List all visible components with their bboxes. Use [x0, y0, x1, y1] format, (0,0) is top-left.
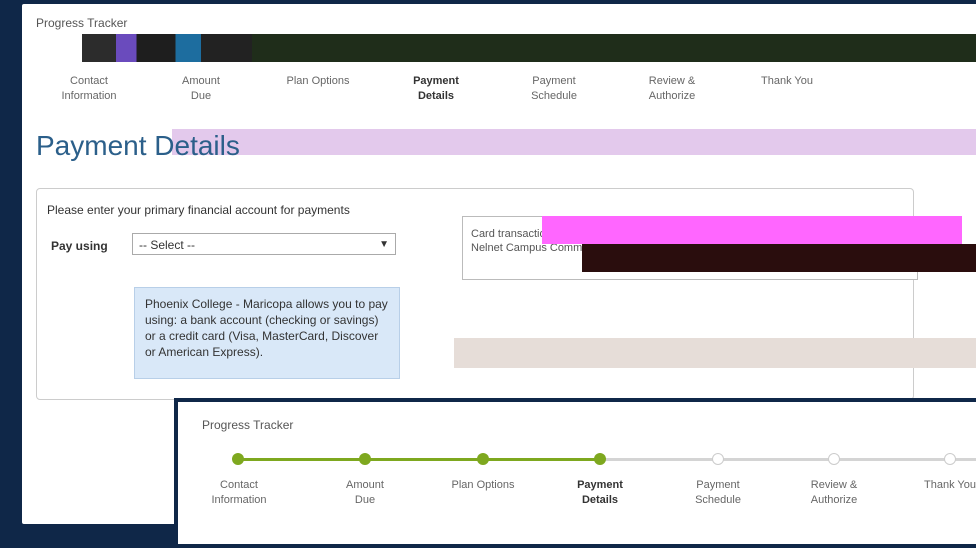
step-label-line2: Schedule	[695, 494, 741, 506]
overlay-step-payment-schedule: Payment Schedule	[673, 478, 763, 508]
payment-methods-info: Phoenix College - Maricopa allows you to…	[134, 287, 400, 379]
tracker-step-payment-details: Payment Details	[391, 74, 481, 104]
step-dot-amount	[359, 453, 371, 465]
tracker-step-amount: Amount Due	[156, 74, 246, 104]
progress-tracker-overlay: Progress Tracker Contact Information Amou…	[174, 398, 976, 548]
overlay-step-payment-details: Payment Details	[555, 478, 645, 508]
tracker-step-payment-schedule: Payment Schedule	[509, 74, 599, 104]
select-value: -- Select --	[139, 238, 196, 252]
step-label-line1: Payment	[413, 75, 459, 87]
tracker-line-done	[238, 458, 600, 461]
step-label-line1: Contact	[220, 479, 258, 491]
glitch-band-dark	[582, 244, 976, 272]
step-label-line1: Thank You	[924, 479, 976, 491]
glitch-band-grey	[454, 338, 976, 368]
step-label-line1: Review &	[648, 75, 696, 87]
step-label-line2: Due	[190, 90, 212, 102]
form-instructions: Please enter your primary financial acco…	[47, 203, 350, 217]
overlay-tracker-title: Progress Tracker	[202, 418, 294, 432]
overlay-step-contact: Contact Information	[194, 478, 284, 508]
step-label-line2: Details	[581, 494, 619, 506]
info-text: Phoenix College - Maricopa allows you to…	[145, 297, 388, 359]
overlay-step-amount: Amount Due	[320, 478, 410, 508]
step-label-line2: Information	[211, 494, 267, 506]
step-label-line2: Details	[417, 90, 455, 102]
pay-using-select[interactable]: -- Select -- ▼	[132, 233, 396, 255]
step-dot-contact	[232, 453, 244, 465]
tracker-bar-glitch	[82, 34, 252, 62]
step-label-line1: Amount	[346, 479, 384, 491]
heading-band	[172, 129, 976, 155]
page-title: Payment Details	[36, 130, 240, 161]
step-label-line2: Information	[61, 90, 117, 102]
step-dot-payment-schedule	[712, 453, 724, 465]
step-label-line1: Plan Options	[286, 75, 350, 87]
step-dot-thank-you	[944, 453, 956, 465]
overlay-step-review: Review & Authorize	[789, 478, 879, 508]
step-label-line1: Payment	[532, 75, 576, 87]
step-label-line1: Payment	[696, 479, 740, 491]
tracker-line-todo	[600, 458, 976, 461]
step-label-line2: Due	[354, 494, 376, 506]
step-label-line2: Schedule	[531, 90, 577, 102]
step-label-line1: Contact	[70, 75, 108, 87]
overlay-step-thank-you: Thank You	[905, 478, 976, 493]
tracker-step-contact: Contact Information	[44, 74, 134, 104]
overlay-step-plan: Plan Options	[438, 478, 528, 493]
tracker-title: Progress Tracker	[36, 16, 128, 30]
pay-using-label: Pay using	[51, 239, 108, 253]
step-label-line1: Review &	[810, 479, 858, 491]
step-label-line1: Plan Options	[451, 479, 515, 491]
step-label-line1: Thank You	[761, 75, 813, 87]
tracker-step-review: Review & Authorize	[627, 74, 717, 104]
tracker-bar	[252, 34, 976, 62]
step-dot-review	[828, 453, 840, 465]
step-dot-payment-details	[594, 453, 606, 465]
step-label-line2: Authorize	[810, 494, 858, 506]
tracker-step-thank-you: Thank You	[742, 74, 832, 89]
chevron-down-icon: ▼	[379, 239, 389, 250]
step-dot-plan	[477, 453, 489, 465]
tracker-step-plan: Plan Options	[273, 74, 363, 89]
step-label-line2: Authorize	[648, 90, 696, 102]
step-label-line1: Amount	[182, 75, 220, 87]
glitch-band-magenta	[542, 216, 962, 244]
step-label-line1: Payment	[577, 479, 623, 491]
